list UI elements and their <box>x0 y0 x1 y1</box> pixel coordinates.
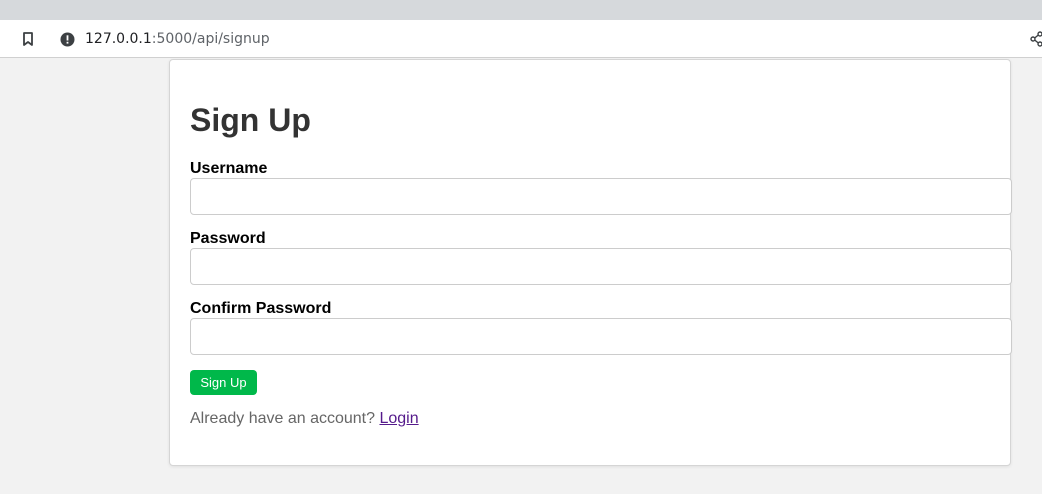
url-path: :5000/api/signup <box>151 31 270 47</box>
info-icon[interactable] <box>60 32 75 47</box>
signup-card: Sign Up Username Password Confirm Passwo… <box>169 59 1012 466</box>
password-input[interactable] <box>190 248 1012 285</box>
login-prompt: Already have an account? Login <box>190 410 419 428</box>
username-label: Username <box>190 160 268 177</box>
login-prompt-text: Already have an account? <box>190 410 380 427</box>
password-label: Password <box>190 230 266 247</box>
login-link[interactable]: Login <box>379 410 418 427</box>
address-bar[interactable]: 127.0.0.1:5000/api/signup <box>50 24 1042 54</box>
share-icon[interactable] <box>1030 31 1042 47</box>
confirm-password-input[interactable] <box>190 318 1012 355</box>
url-host: 127.0.0.1 <box>85 31 152 47</box>
page-title: Sign Up <box>190 102 311 138</box>
browser-tab-strip <box>0 0 1042 20</box>
bookmark-icon[interactable] <box>14 27 42 51</box>
url-text: 127.0.0.1:5000/api/signup <box>85 31 270 47</box>
username-input[interactable] <box>190 178 1012 215</box>
browser-toolbar: 127.0.0.1:5000/api/signup <box>0 20 1042 58</box>
confirm-password-label: Confirm Password <box>190 300 332 317</box>
signup-button[interactable]: Sign Up <box>190 370 257 395</box>
